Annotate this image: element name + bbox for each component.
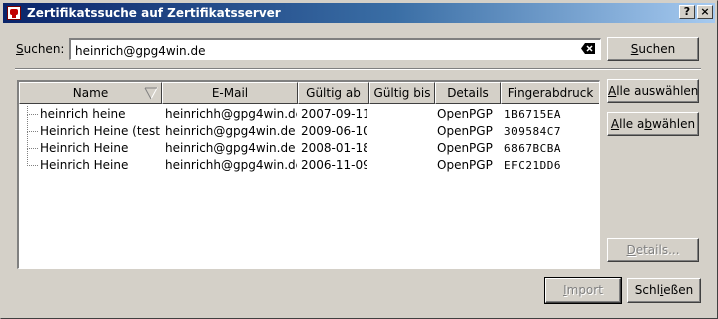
search-button[interactable]: Suchen	[607, 37, 699, 61]
sort-descending-icon	[144, 87, 158, 100]
search-input[interactable]	[69, 38, 601, 60]
cell-valid-from: 2007-09-11	[301, 107, 367, 121]
close-button[interactable]: Schließen	[627, 278, 701, 303]
column-header-details[interactable]: Details	[435, 82, 501, 104]
table-row[interactable]: Heinrich Heine heinrichh@gpg4win.de 2006…	[19, 148, 599, 174]
cell-details: OpenPGP	[437, 141, 493, 155]
table-row[interactable]: heinrich heine heinrichh@gpg4win.de 2007…	[19, 106, 599, 123]
search-label: Suchen:	[16, 42, 65, 56]
column-header-valid-until[interactable]: Gültig bis	[369, 82, 435, 104]
select-all-button[interactable]: Alle auswählen	[607, 79, 699, 103]
table-row[interactable]: Heinrich Heine (test) heinrich@gpg4win.d…	[19, 114, 599, 140]
column-header-valid-from[interactable]: Gültig ab	[298, 82, 369, 104]
deselect-all-button[interactable]: Alle abwählen	[607, 112, 699, 136]
cell-fingerprint: 309584C7	[504, 125, 561, 138]
column-header-name[interactable]: Name	[19, 82, 162, 104]
tree-connector	[27, 114, 38, 132]
title-bar[interactable]: Zertifikatssuche auf Zertifikatsserver ?…	[3, 3, 715, 23]
cell-valid-from: 2006-11-09	[301, 158, 367, 172]
cell-details: OpenPGP	[437, 124, 493, 138]
cell-name: Heinrich Heine	[40, 158, 129, 172]
tree-connector	[27, 131, 38, 149]
import-button[interactable]: Import	[544, 277, 622, 304]
cell-email: heinrich@gpg4win.de	[165, 141, 296, 155]
column-header-fingerprint[interactable]: Fingerabdruck	[501, 82, 599, 104]
cell-fingerprint: 1B6715EA	[504, 108, 561, 121]
cell-name: Heinrich Heine (test)	[40, 124, 160, 138]
cell-details: OpenPGP	[437, 158, 493, 172]
cell-name: heinrich heine	[40, 107, 126, 121]
tree-connector	[27, 148, 38, 166]
cell-email: heinrich@gpg4win.de	[165, 124, 296, 138]
cell-valid-from: 2009-06-10	[301, 124, 367, 138]
column-header-email[interactable]: E-Mail	[162, 82, 298, 104]
separator	[15, 68, 701, 70]
certificate-search-dialog: Zertifikatssuche auf Zertifikatsserver ?…	[0, 0, 718, 319]
cell-name: Heinrich Heine	[40, 141, 129, 155]
table-row[interactable]: Heinrich Heine heinrich@gpg4win.de 2008-…	[19, 131, 599, 157]
app-icon	[7, 6, 21, 20]
help-button[interactable]: ?	[679, 5, 695, 19]
cell-details: OpenPGP	[437, 107, 493, 121]
cell-fingerprint: EFC21DD6	[504, 159, 561, 172]
details-button[interactable]: Details...	[607, 238, 699, 262]
clear-icon[interactable]	[581, 43, 595, 54]
window-title: Zertifikatssuche auf Zertifikatsserver	[27, 6, 281, 20]
cell-email: heinrichh@gpg4win.de	[165, 107, 297, 121]
close-window-button[interactable]: ×	[697, 5, 713, 19]
certificate-list[interactable]: Name E-Mail Gültig ab Gültig bis Details…	[17, 80, 600, 269]
cell-fingerprint: 6867BCBA	[504, 142, 561, 155]
cell-email: heinrichh@gpg4win.de	[165, 158, 297, 172]
cell-valid-from: 2008-01-18	[301, 141, 367, 155]
